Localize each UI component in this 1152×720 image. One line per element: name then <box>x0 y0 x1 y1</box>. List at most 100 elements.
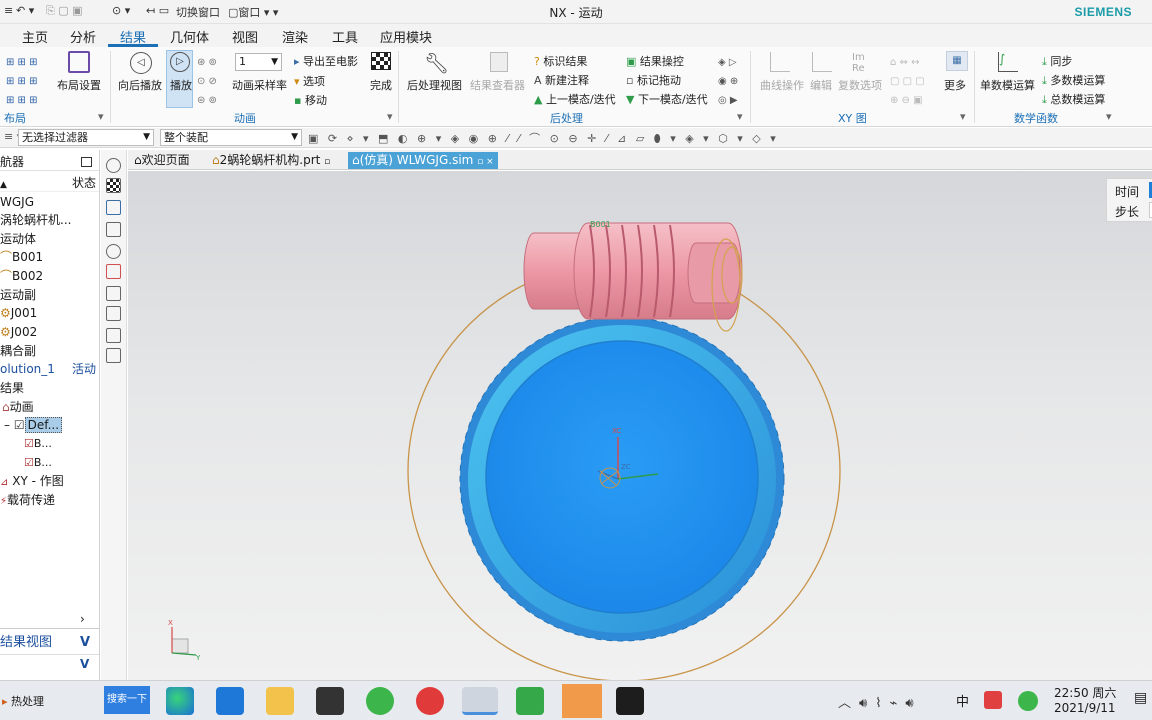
total-op-button[interactable]: ⤓ 总数模运算 <box>1042 91 1105 107</box>
play-icon[interactable]: ▷ <box>170 52 190 72</box>
scroll-right-icon[interactable]: › <box>80 610 85 628</box>
tab-tools[interactable]: 工具 <box>332 27 358 46</box>
tab-render[interactable]: 渲染 <box>282 27 308 46</box>
more-icon[interactable]: ▦ <box>946 51 968 71</box>
layout-grid-icons[interactable]: ⊞ ⊞ ⊞ ⊞ ⊞ ⊞ ⊞ ⊞ ⊞ <box>6 53 38 110</box>
antivirus-icon[interactable] <box>984 691 1002 709</box>
tab-analysis[interactable]: 分析 <box>70 27 96 46</box>
close-icon[interactable]: ▫ <box>324 157 330 167</box>
tab-applications[interactable]: 应用模块 <box>380 27 432 46</box>
tree-item-couplers[interactable]: 耦合副 <box>0 342 36 360</box>
play-backward-button[interactable]: 向后播放 <box>118 77 162 93</box>
taskbar-app-label[interactable]: ▸ 热处理 <box>2 693 44 709</box>
mail-icon[interactable] <box>216 687 244 715</box>
notification-icon[interactable]: ▤ <box>1134 690 1147 706</box>
assembly-scope-select[interactable]: 整个装配 ▼ <box>160 129 302 146</box>
save-icon[interactable] <box>106 286 121 301</box>
postprocess-view-button[interactable]: 后处理视图 <box>407 77 462 93</box>
expand-icon[interactable]: – <box>0 418 10 432</box>
layout-settings-icon[interactable] <box>68 51 90 73</box>
taskbar-time[interactable]: 22:50 周六 <box>1054 684 1116 701</box>
tab-home[interactable]: 主页 <box>22 27 48 46</box>
media-player-icon[interactable] <box>416 687 444 715</box>
finish-button[interactable]: 完成 <box>370 77 392 93</box>
tab-welcome[interactable]: ⌂欢迎页面 <box>130 152 194 169</box>
nx-app-icon[interactable] <box>462 687 498 715</box>
tab-view[interactable]: 视图 <box>232 27 258 46</box>
snap-toolbar-icons[interactable]: ▣ ⟳ ⋄ ▾ ⬒ ◐ ⊕ ▾ ◈ ◉ ⊕ ⁄ ⁄ ⌒ ⊙ ⊖ ✛ ⁄ ⊿ ▱ … <box>308 130 779 146</box>
new-annotation-button[interactable]: A 新建注释 <box>534 72 589 88</box>
camtasia-icon[interactable] <box>516 687 544 715</box>
tree-item-solution[interactable]: olution_1 活动 <box>0 360 99 378</box>
ime-indicator[interactable]: 中 <box>956 691 969 710</box>
search-button[interactable]: 搜索一下 <box>104 686 150 714</box>
play-backward-icon[interactable]: ◁ <box>130 52 152 74</box>
editor-app-icon[interactable] <box>616 687 644 715</box>
recorder-app-icon[interactable] <box>562 684 602 718</box>
graphics-viewport[interactable]: B001 XC ZC X Y 时间 步长 <box>128 171 1152 680</box>
tree-item-b001[interactable]: ⌒B001 <box>0 248 43 266</box>
maximize-icon[interactable] <box>81 157 92 167</box>
more-button[interactable]: 更多 <box>944 77 966 93</box>
checkbox-icon[interactable]: ☑ <box>24 437 34 450</box>
tree-item-b-1[interactable]: ☑B... <box>24 435 52 453</box>
tree-item-motion-bodies[interactable]: 运动体 <box>0 230 36 248</box>
tab-geometry[interactable]: 几何体 <box>170 27 209 46</box>
tree-item-mechanism[interactable]: 涡轮蜗杆机... <box>0 211 71 229</box>
tree-item-j001[interactable]: ⚙︎J001 <box>0 304 37 322</box>
checkbox-icon[interactable]: ☑ <box>14 418 25 432</box>
math-group-expander[interactable]: ▾ <box>1106 110 1112 123</box>
history-icon[interactable] <box>106 244 121 259</box>
play-button[interactable]: 播放 <box>170 77 192 93</box>
collapse-icon[interactable]: V <box>80 634 90 652</box>
layout-settings-button[interactable]: 布局设置 <box>57 77 101 93</box>
palette-icon[interactable] <box>106 348 121 363</box>
collapse-icon[interactable]: V <box>80 655 89 673</box>
tree-item-wgjg[interactable]: WGJG <box>0 193 34 211</box>
checkbox-icon[interactable]: ☑ <box>24 456 34 469</box>
tree-item-load-transfer[interactable]: ⚡︎载荷传递 <box>0 491 55 509</box>
mark-drag-button[interactable]: ▫ 标记拖动 <box>626 72 681 88</box>
file-explorer-icon[interactable] <box>266 687 294 715</box>
export-icon[interactable] <box>106 328 121 343</box>
play-icon[interactable] <box>106 158 121 173</box>
tab-sim-file[interactable]: ⌂(仿真) WLWGJG.sim ▫ × <box>348 152 498 169</box>
checkered-flag-icon[interactable] <box>371 52 391 70</box>
next-mode-button[interactable]: ▼ 下一模态/迭代 <box>626 91 708 107</box>
options-button[interactable]: ▾ 选项 <box>294 73 325 89</box>
assembly-icon[interactable] <box>106 200 121 215</box>
animation-group-expander[interactable]: ▾ <box>387 110 393 123</box>
tree-item-xy-plot[interactable]: ⊿ XY - 作图 <box>0 472 64 490</box>
edge-icon[interactable] <box>166 687 194 715</box>
document-icon[interactable] <box>106 306 121 321</box>
sync-button[interactable]: ⤓ 同步 <box>1042 53 1072 69</box>
sort-icon[interactable]: ▲ <box>0 180 7 190</box>
single-op-icon[interactable]: ∫ <box>998 52 1018 72</box>
tree-item-b-2[interactable]: ☑B... <box>24 454 52 472</box>
tree-item-results[interactable]: 结果 <box>0 379 24 397</box>
mark-result-button[interactable]: ? 标识结果 <box>534 53 587 69</box>
tree-item-b002[interactable]: ⌒B002 <box>0 267 43 285</box>
tree-item-j002[interactable]: ⚙︎J002 <box>0 323 37 341</box>
tree-item-default[interactable]: – ☑ Def... <box>0 416 94 434</box>
postprocess-group-expander[interactable]: ▾ <box>737 110 743 123</box>
tab-prt-file[interactable]: ⌂2蜗轮蜗杆机构.prt ▫ <box>208 152 334 169</box>
move-button[interactable]: ▪ 移动 <box>294 92 327 108</box>
checkered-flag-icon[interactable] <box>106 178 121 193</box>
wrench-icon[interactable]: 🔧︎ <box>424 51 449 75</box>
close-box-icon[interactable] <box>106 222 121 237</box>
result-control-button[interactable]: ▣ 结果操控 <box>626 53 684 69</box>
prev-mode-button[interactable]: ▲ 上一模态/迭代 <box>534 91 616 107</box>
browser-icon[interactable] <box>366 687 394 715</box>
system-tray-icons[interactable]: ︿🔊︎⌇⌁🔊︎ <box>838 692 922 711</box>
postprocess-tool-icons[interactable]: ◈ ▷ ◉ ⊕ ◎ ▶ <box>718 53 738 110</box>
results-view-panel-header[interactable]: 结果视图 V <box>0 634 99 652</box>
close-icon[interactable]: ▫ × <box>477 157 494 167</box>
xy-group-expander[interactable]: ▾ <box>960 110 966 123</box>
tree-item-animation[interactable]: ⌂动画 <box>0 398 34 416</box>
selection-filter-select[interactable]: 无选择过滤器 ▼ <box>18 129 154 146</box>
sample-rate-select[interactable]: 1 ▼ <box>235 53 282 71</box>
export-movie-button[interactable]: ▸ 导出至电影 <box>294 53 358 69</box>
store-icon[interactable] <box>316 687 344 715</box>
roles-icon[interactable] <box>106 264 121 279</box>
